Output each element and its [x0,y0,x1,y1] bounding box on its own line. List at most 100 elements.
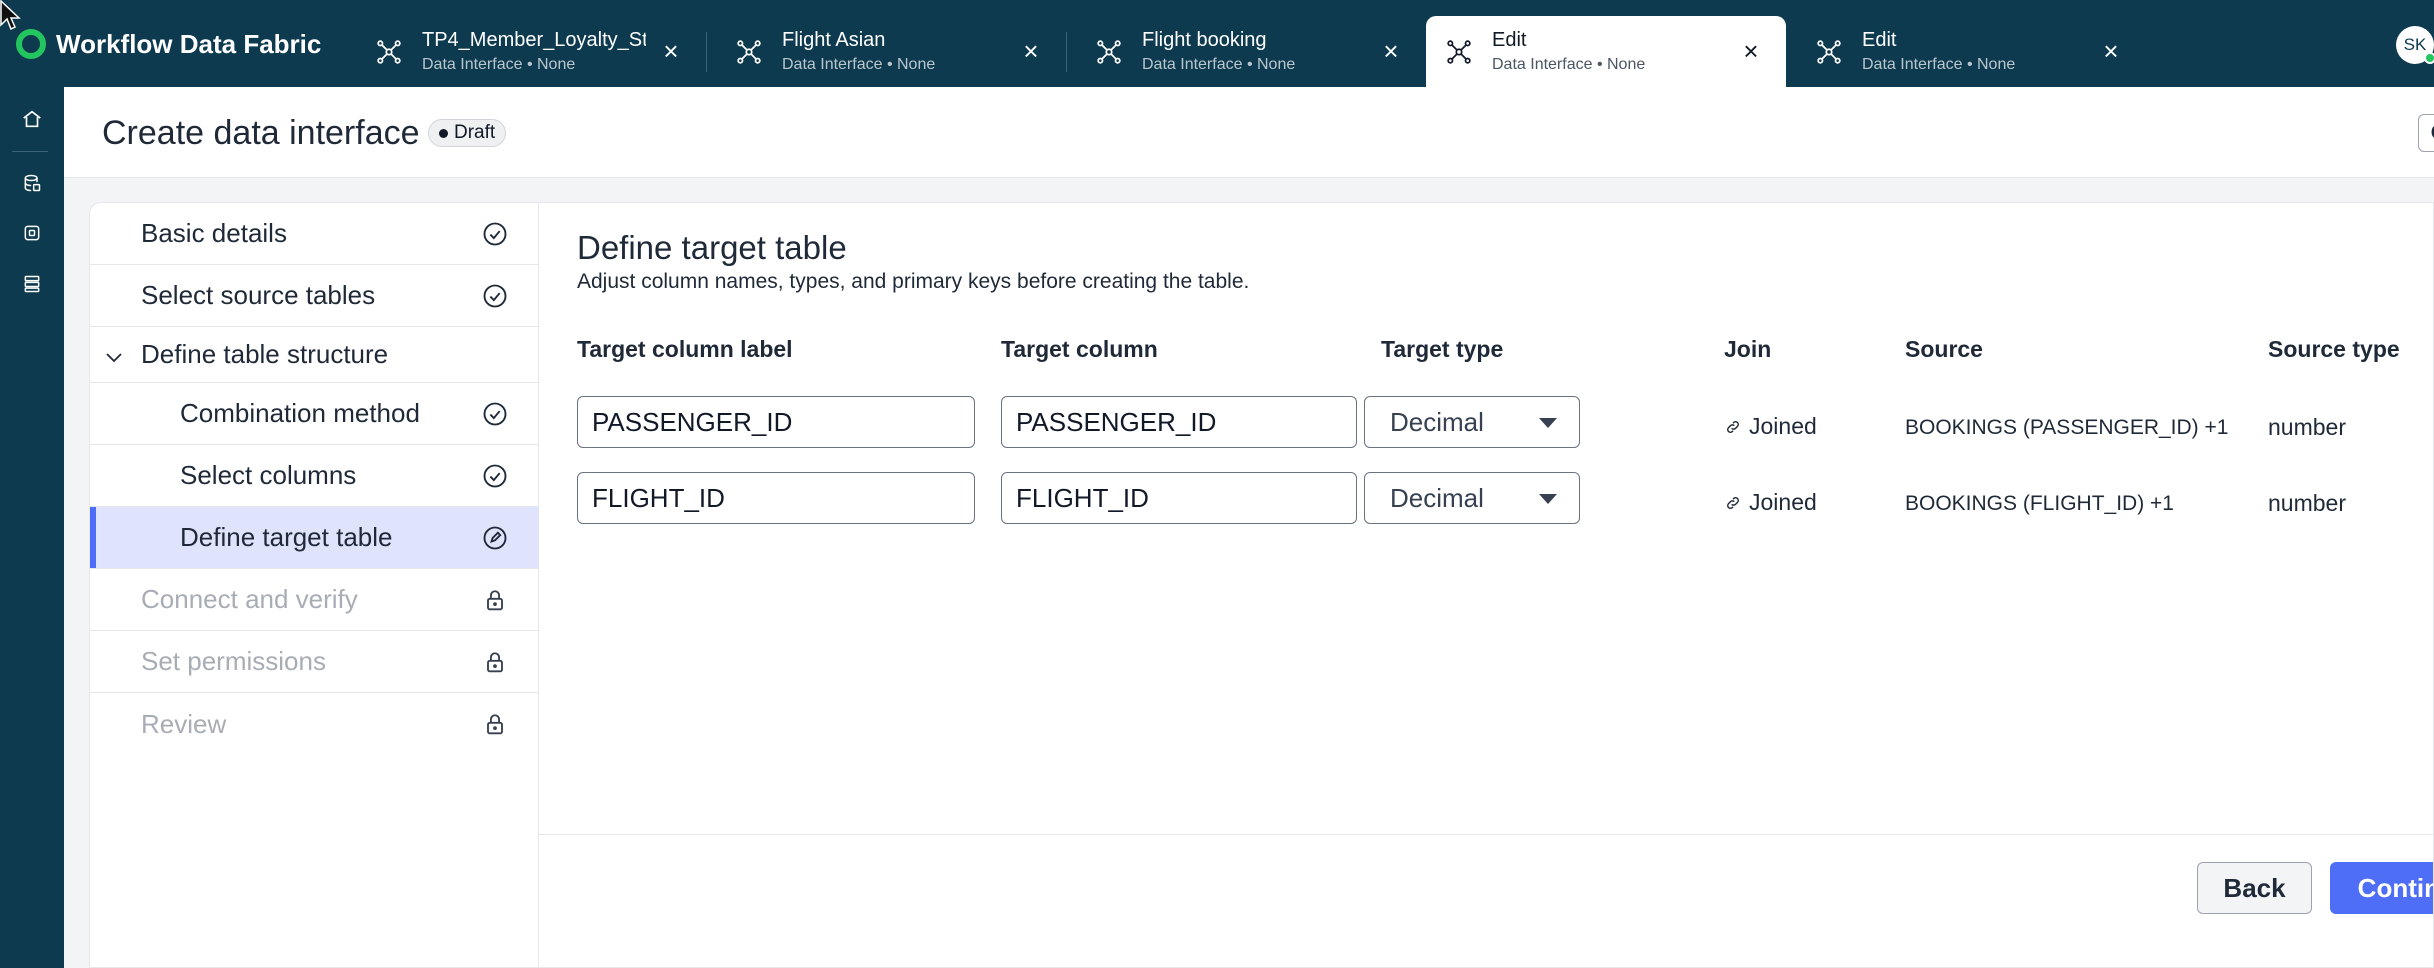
step-label: Set permissions [141,646,326,676]
app-name: Workflow Data Fabric [56,28,322,59]
step-select-source-tables[interactable]: Select source tables [90,265,539,327]
join-label: Joined [1749,413,1817,439]
step-label: Define table structure [141,339,389,369]
check-circle-icon [483,464,507,488]
network-icon [737,39,761,64]
tab-flight-booking[interactable]: Flight booking Data Interface • None × [1076,16,1426,87]
tab-title: Flight Asian [782,29,886,51]
step-label: Select columns [180,460,357,490]
target-column-input-flight-id[interactable] [1001,472,1357,524]
tab-subtitle: Data Interface • None [1142,56,1296,73]
target-type-select-flight-id[interactable]: Decimal [1364,472,1580,524]
column-header-source: Source [1905,336,1983,362]
lock-icon [487,714,503,735]
join-status: Joined [1725,489,1817,516]
back-button[interactable]: Back [2197,862,2312,914]
target-label-input-flight-id[interactable] [577,472,975,524]
close-icon[interactable]: × [1018,36,1044,66]
home-button[interactable] [16,103,48,135]
database-icon [24,174,41,192]
step-review: Review [90,693,539,755]
target-label-input-passenger-id[interactable] [577,396,975,448]
check-circle-icon [483,222,507,246]
draft-dot-icon [439,128,448,138]
avatar-initials: SK [2403,35,2427,54]
close-icon[interactable]: × [2098,36,2124,66]
avatar[interactable]: SK [2396,26,2434,64]
home-icon [23,110,41,128]
step-basic-details[interactable]: Basic details [90,203,539,265]
column-header-target-label: Target column label [577,336,793,362]
status-badge: Draft [428,119,507,147]
brand[interactable]: Workflow Data Fabric [16,26,321,62]
status-badge-label: Draft [454,122,496,143]
tab-edit[interactable]: Edit Data Interface • None × [1796,16,2146,87]
step-label: Basic details [141,218,287,248]
target-type-value: Decimal [1390,406,1484,437]
column-header-join: Join [1724,336,1772,362]
close-icon[interactable]: × [1378,36,1404,66]
network-icon [1097,39,1121,64]
step-select-columns[interactable]: Select columns [90,445,539,507]
page-header: Create data interface Draft Close [64,87,2434,178]
top-bar: Workflow Data Fabric TP4_Member_Loyalty_… [0,0,2434,87]
network-icon [1817,39,1841,64]
tab-subtitle: Data Interface • None [782,56,936,73]
step-label: Define target table [180,522,393,552]
tab-subtitle: Data Interface • None [1862,56,2016,73]
column-header-target-type: Target type [1381,336,1504,362]
data-button[interactable] [16,167,48,199]
rail-divider [12,151,48,152]
source-type-value: number [2268,490,2346,516]
join-status: Joined [1725,413,1817,440]
step-label: Review [141,708,227,739]
target-column-input-passenger-id[interactable] [1001,396,1357,448]
column-header-source-type: Source type [2268,336,2400,362]
page-title: Create data interface [102,114,420,152]
tab-tp4-member-loyalty[interactable]: TP4_Member_Loyalty_Status Data Interface… [356,16,706,87]
automation-button[interactable] [16,217,48,249]
network-icon [377,39,401,64]
chip-icon [24,225,40,241]
step-combination-method[interactable]: Combination method [90,383,539,445]
step-connect-and-verify: Connect and verify [90,569,539,631]
footer-divider [539,834,2433,835]
server-icon [24,275,40,293]
continue-button[interactable]: Continue [2330,862,2433,914]
mouse-cursor-icon [0,0,21,31]
target-type-value: Decimal [1390,482,1484,513]
servers-button[interactable] [16,268,48,300]
close-button[interactable]: Close [2418,114,2434,152]
tab-flight-asian[interactable]: Flight Asian Data Interface • None × [716,16,1066,87]
tab-subtitle: Data Interface • None [1492,56,1646,73]
tab-divider [1066,32,1067,72]
caret-down-icon [1539,418,1557,428]
tab-title: TP4_Member_Loyalty_Status [422,29,646,51]
section-description: Adjust column names, types, and primary … [577,270,1250,293]
step-define-table-structure[interactable]: Define table structure [90,327,539,383]
target-type-select-passenger-id[interactable]: Decimal [1364,396,1580,448]
step-label: Connect and verify [141,584,358,614]
lock-icon [487,590,503,611]
step-set-permissions: Set permissions [90,631,539,693]
workflow-logo-icon [16,29,46,59]
tab-edit-active[interactable]: Edit Data Interface • None × [1426,16,1786,87]
link-icon [1727,420,1739,433]
section-title: Define target table [577,229,847,266]
left-nav-rail [0,87,64,968]
main-panel: Define target table Adjust column names,… [539,203,2433,967]
tab-subtitle: Data Interface • None [422,56,576,73]
close-icon[interactable]: × [1738,36,1764,66]
edit-circle-icon [483,526,507,550]
wizard-card: Basic details Select source tables Defin… [89,202,2434,968]
tab-title: Edit [1492,29,1527,51]
chevron-down-icon[interactable] [102,345,126,369]
step-label: Combination method [180,398,420,428]
close-icon[interactable]: × [658,36,684,66]
step-list: Basic details Select source tables Defin… [90,203,539,967]
step-label: Select source tables [141,280,376,310]
step-define-target-table[interactable]: Define target table [90,507,539,569]
check-circle-icon [483,284,507,308]
tab-title: Edit [1862,29,1897,51]
source-type-value: number [2268,414,2346,440]
